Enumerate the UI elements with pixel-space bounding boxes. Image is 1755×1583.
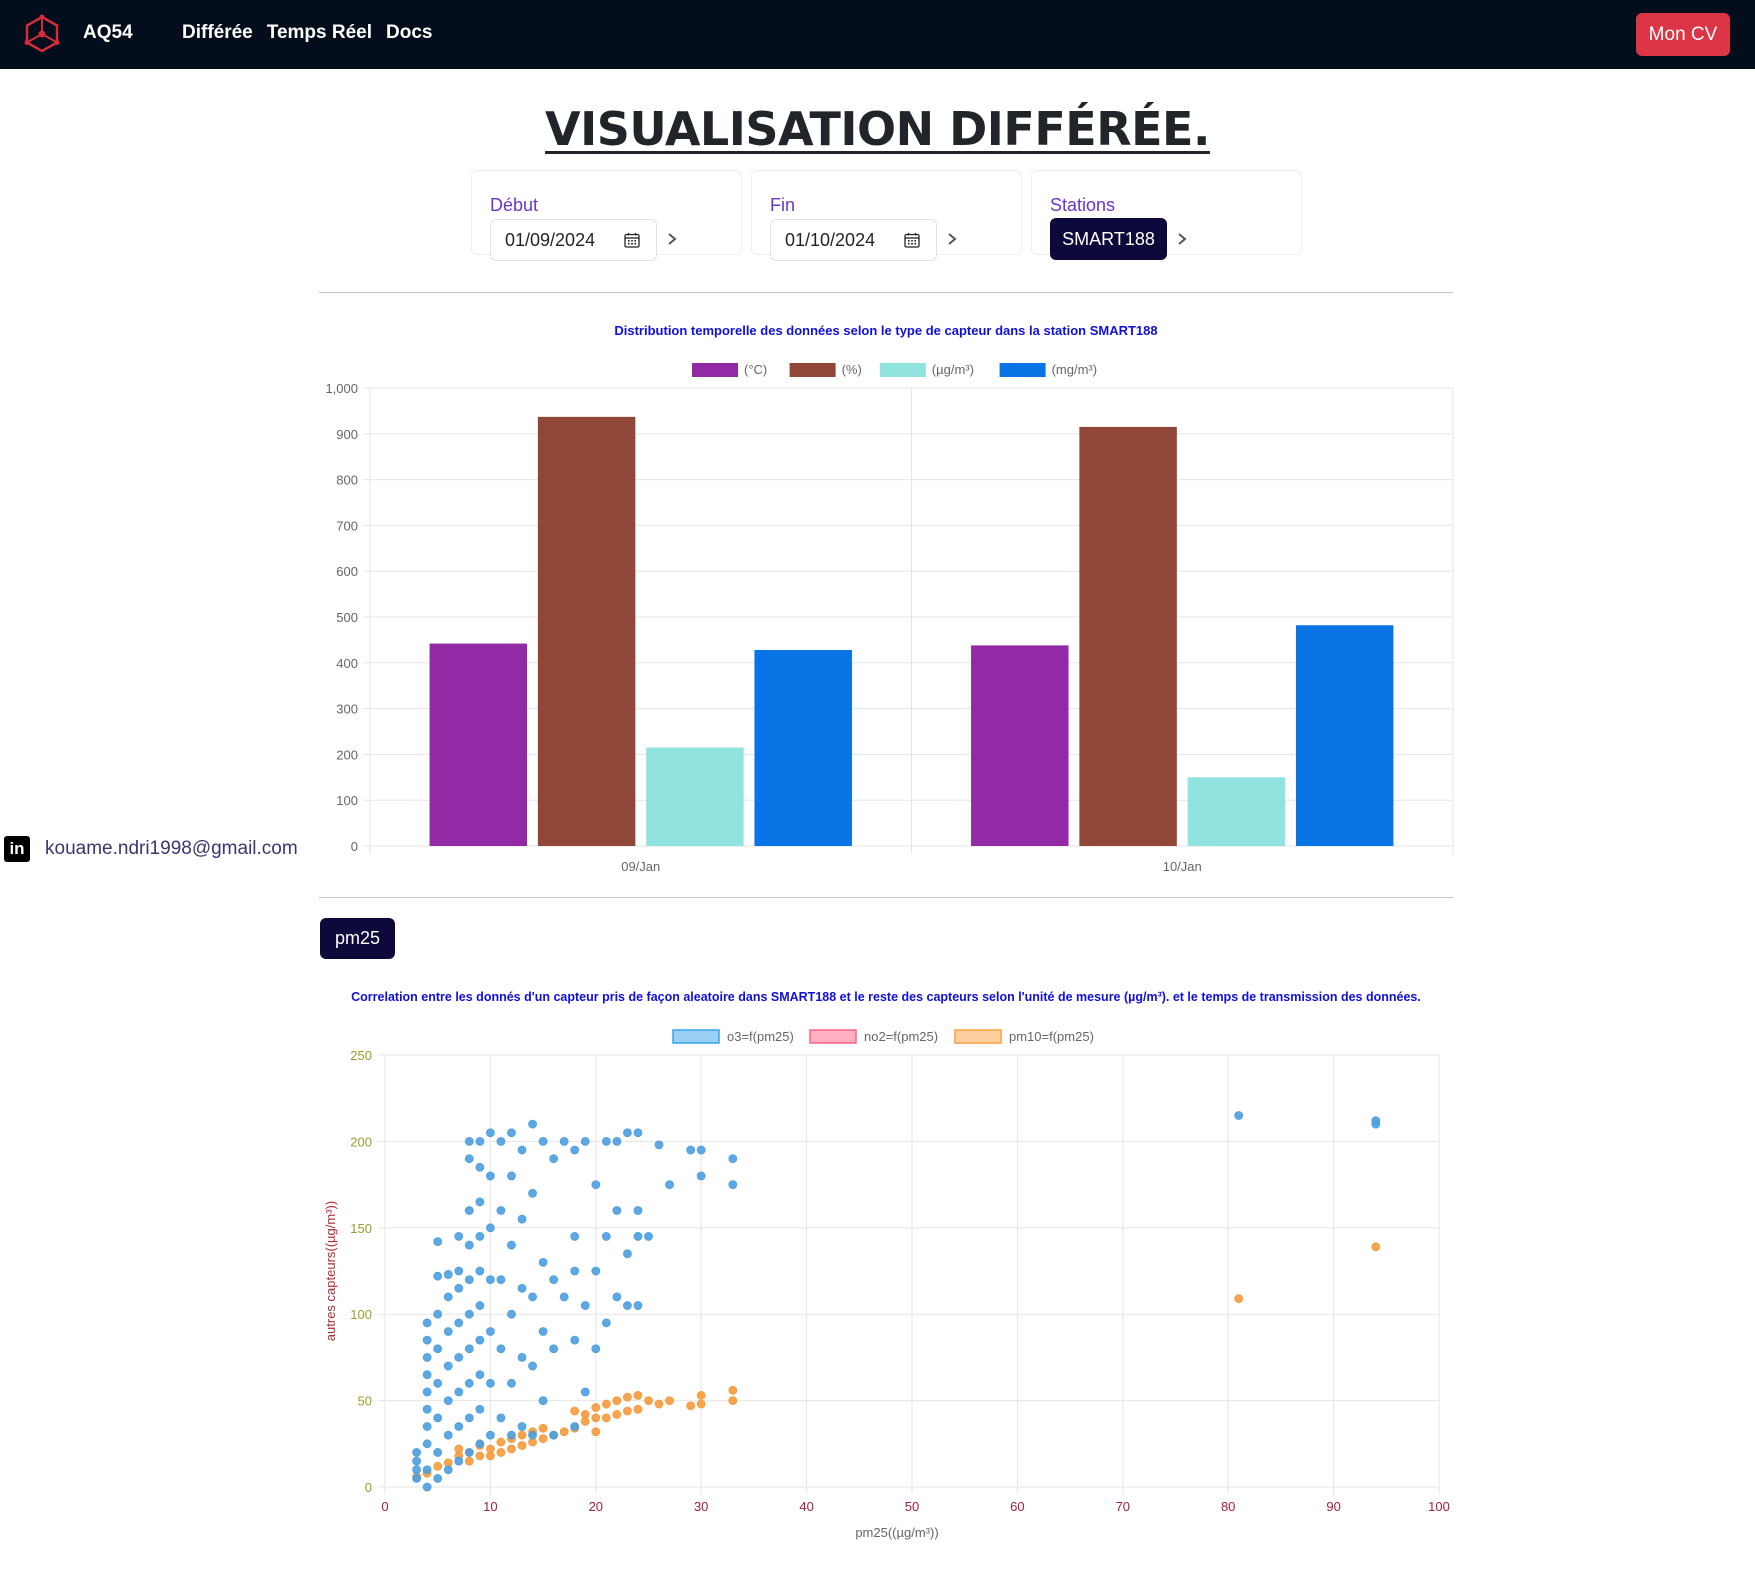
y-tick-label: 900: [336, 427, 358, 442]
y-tick-label: 300: [336, 702, 358, 717]
bar: [429, 643, 528, 846]
bar: [537, 416, 636, 846]
y-tick-label: 200: [336, 747, 358, 762]
sensor-select-button[interactable]: pm25: [320, 918, 395, 959]
y-tick-label: 400: [336, 656, 358, 671]
scatter-chart-title: Correlation entre les donnés d'un capteu…: [351, 990, 1421, 1004]
y-tick-label: 800: [336, 473, 358, 488]
legend-label: (µg/m³): [932, 362, 974, 377]
bar: [646, 747, 744, 846]
y-tick-label: 100: [336, 793, 358, 808]
contact-email[interactable]: kouame.ndri1998@gmail.com: [45, 838, 298, 860]
x-tick-label: 10/Jan: [1163, 859, 1202, 874]
y-tick-label: 0: [351, 839, 358, 854]
divider: [319, 897, 1453, 898]
legend-swatch: [789, 363, 836, 377]
bar: [971, 645, 1069, 846]
bar: [1187, 777, 1286, 846]
bar-chart: (°C) (%) (µg/m³) (mg/m³) 0 100 200 300 400 500 600…: [325, 362, 1454, 874]
bar: [1079, 426, 1177, 846]
legend-swatch: [879, 363, 926, 377]
legend-label: (%): [842, 362, 862, 377]
linkedin-icon[interactable]: in: [4, 836, 30, 862]
y-tick-label: 600: [336, 564, 358, 579]
legend-swatch: [692, 363, 738, 377]
y-tick-label: 700: [336, 518, 358, 533]
contact-info: in kouame.ndri1998@gmail.com: [4, 836, 298, 862]
y-tick-label: 500: [336, 610, 358, 625]
legend-label: (°C): [744, 362, 767, 377]
legend-label: (mg/m³): [1052, 362, 1098, 377]
legend-swatch: [999, 363, 1046, 377]
y-tick-label: 1,000: [325, 381, 358, 396]
bar: [754, 649, 852, 846]
x-tick-label: 09/Jan: [621, 859, 660, 874]
bar: [1295, 625, 1394, 846]
